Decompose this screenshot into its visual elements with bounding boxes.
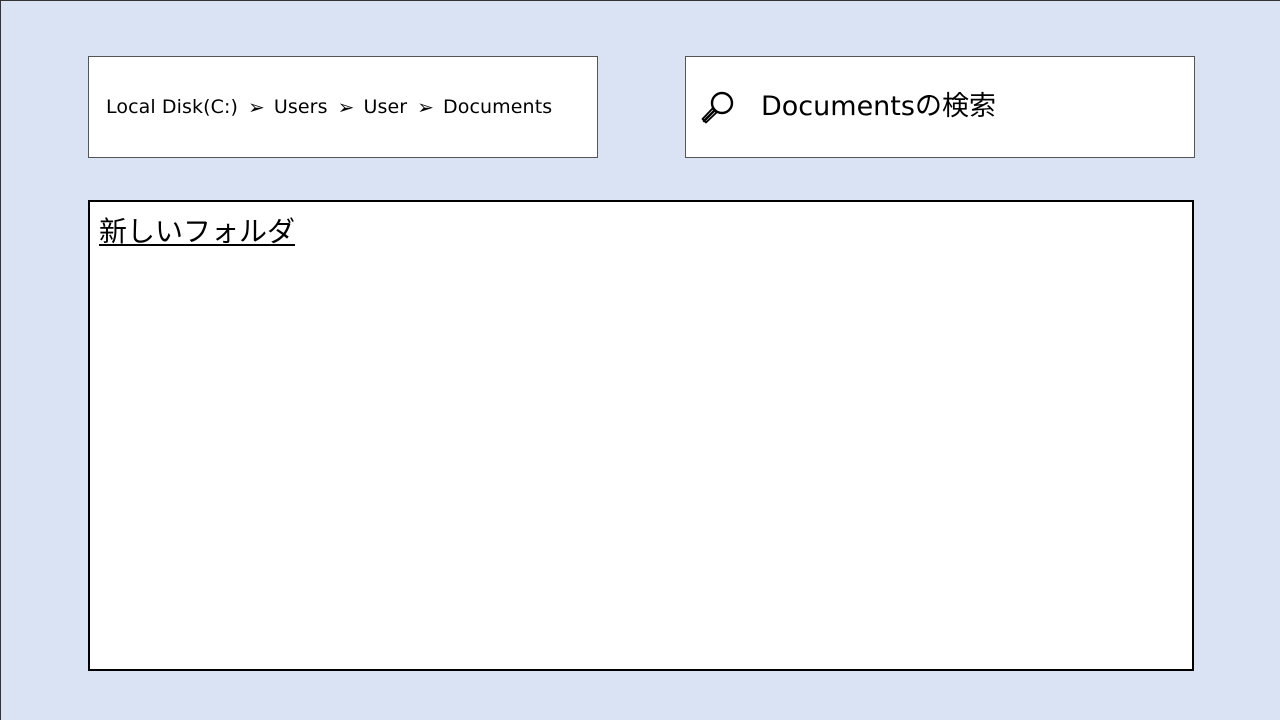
folder-item-new-folder[interactable]: 新しいフォルダ: [99, 210, 295, 250]
breadcrumb-separator-icon: ➢: [248, 95, 265, 119]
breadcrumb-separator-icon: ➢: [417, 95, 435, 119]
breadcrumb-item-documents[interactable]: Documents: [443, 96, 552, 118]
magnifier-icon: [701, 91, 734, 124]
breadcrumb-item-user[interactable]: User: [363, 96, 407, 118]
search-placeholder: Documentsの検索: [761, 91, 996, 122]
explorer-window: Local Disk(C:) ➢ Users ➢ User ➢ Document…: [0, 0, 1280, 720]
breadcrumb-item-local-disk[interactable]: Local Disk(C:): [106, 96, 238, 118]
breadcrumb-item-users[interactable]: Users: [274, 96, 328, 118]
address-bar[interactable]: Local Disk(C:) ➢ Users ➢ User ➢ Document…: [88, 56, 598, 158]
search-input[interactable]: Documentsの検索: [685, 56, 1195, 158]
breadcrumb: Local Disk(C:) ➢ Users ➢ User ➢ Document…: [106, 96, 552, 118]
file-list: 新しいフォルダ: [88, 200, 1194, 671]
breadcrumb-separator-icon: ➢: [337, 95, 355, 119]
